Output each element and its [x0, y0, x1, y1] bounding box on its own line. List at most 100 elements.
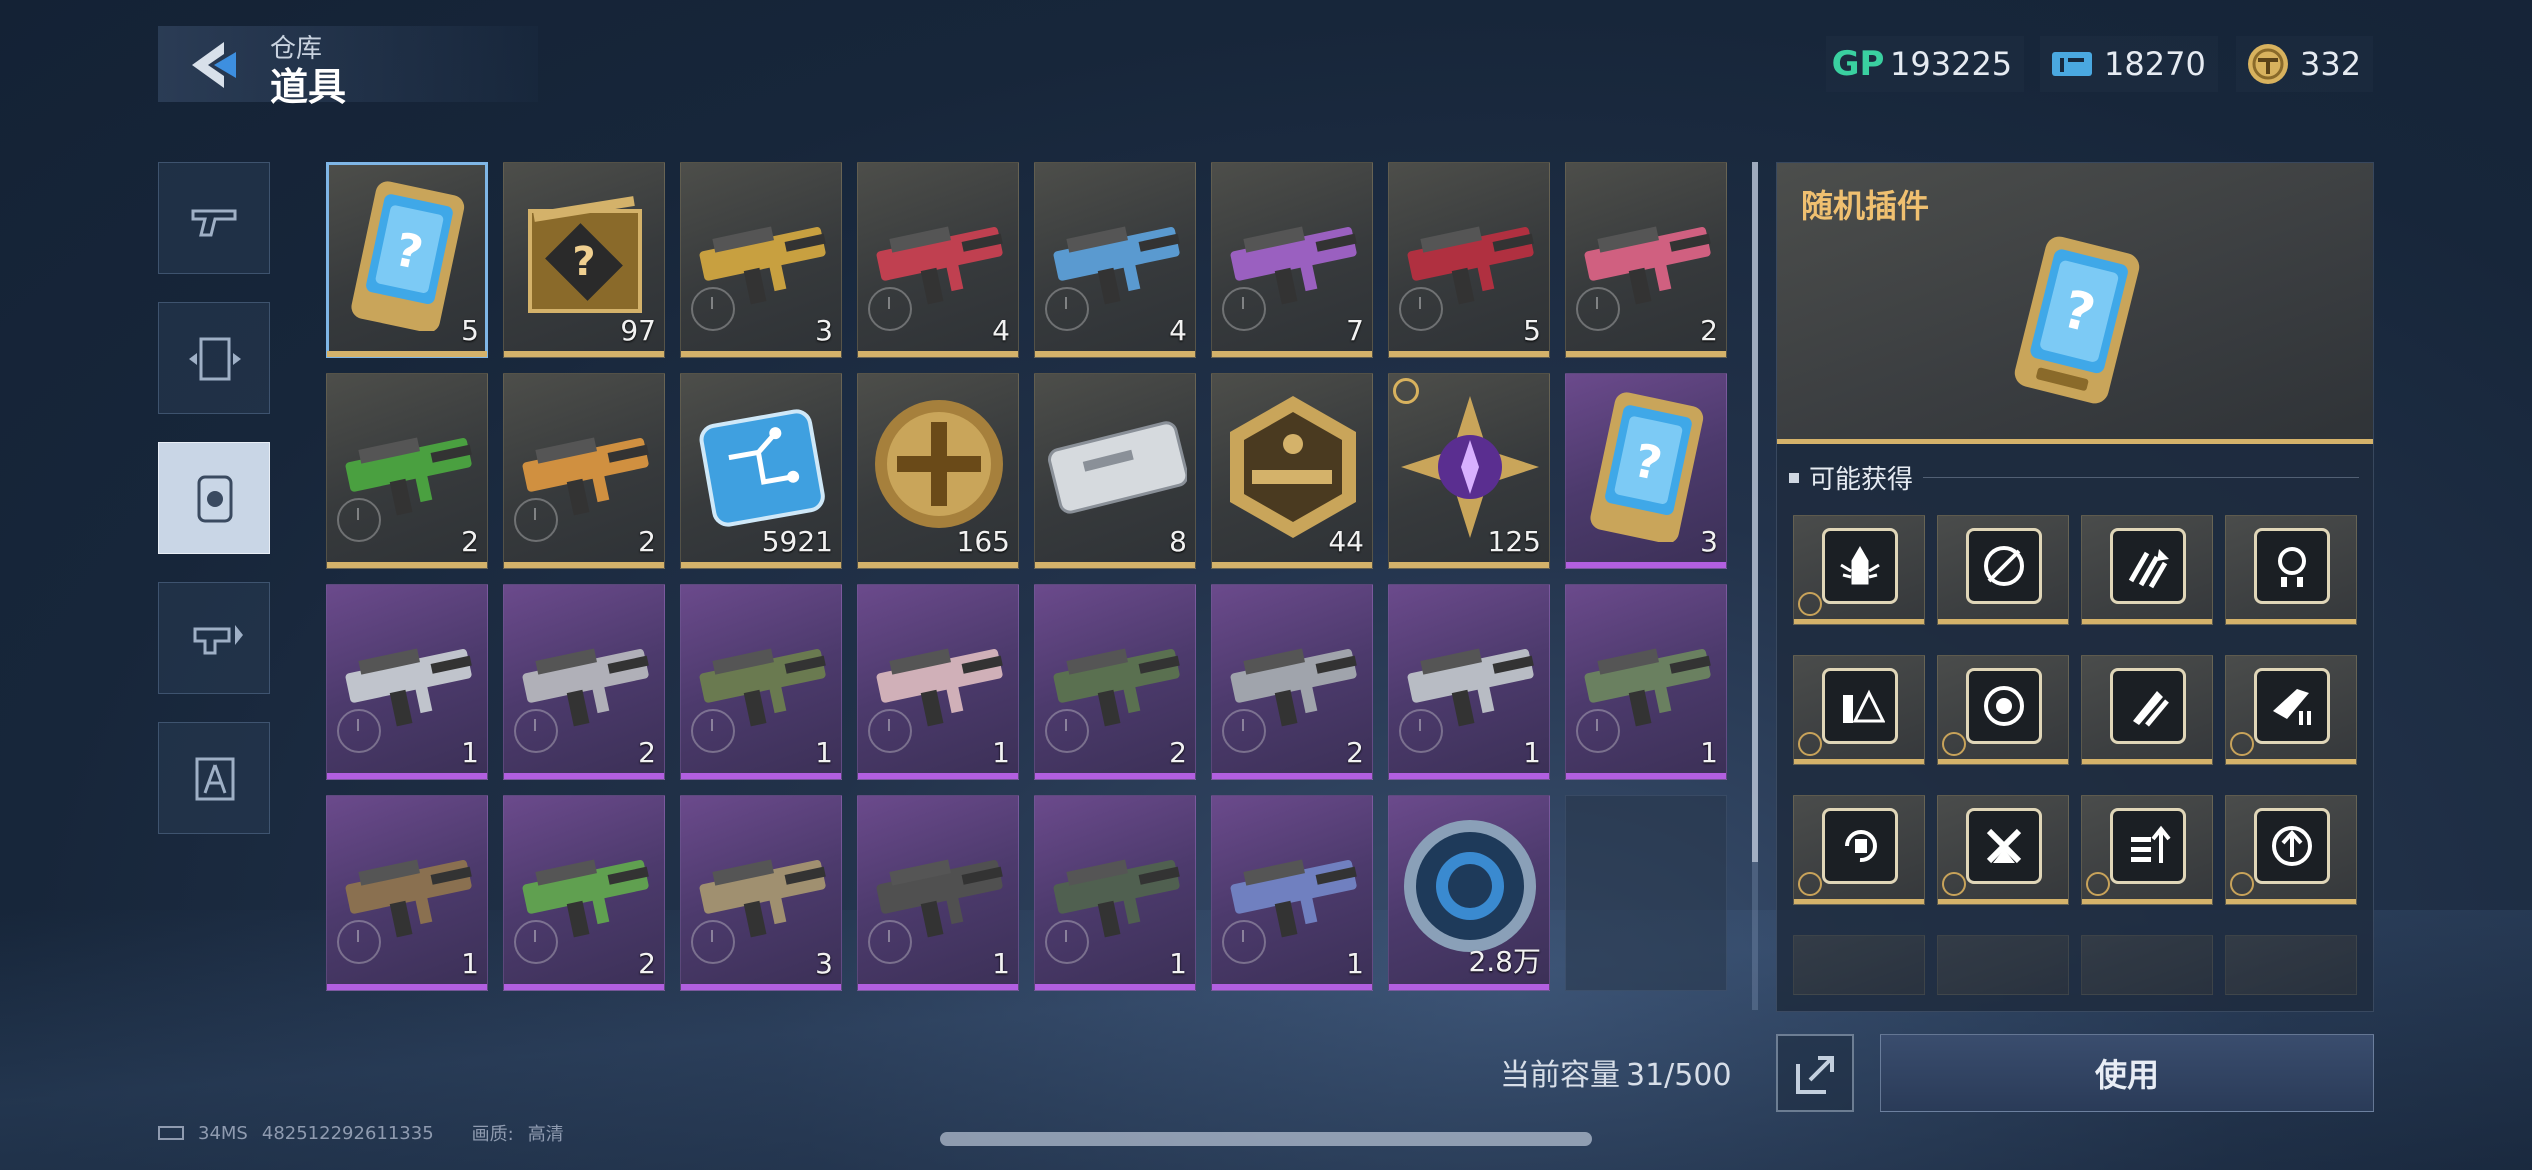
gun-bullets-icon [2273, 689, 2311, 725]
possible-rewards-header: 可能获得 [1789, 459, 2359, 496]
item-count: 2.8万 [1468, 945, 1541, 978]
item-count: 1 [1346, 947, 1364, 980]
inventory-item[interactable]: 1 [680, 584, 842, 780]
share-button[interactable] [1776, 1034, 1854, 1112]
inventory-item[interactable]: 2.8万 [1388, 795, 1550, 991]
inventory-item[interactable]: 7 [1211, 162, 1373, 358]
inventory-item[interactable]: 44 [1211, 373, 1373, 569]
inventory-item[interactable]: 125 [1388, 373, 1550, 569]
back-arrow-icon[interactable] [184, 38, 242, 92]
possible-reward-item[interactable] [1793, 795, 1925, 905]
rarity-bar [1212, 351, 1372, 357]
user-id: 482512292611335 [261, 1122, 434, 1144]
inventory-item[interactable]: 2 [503, 584, 665, 780]
plugin-card-icon: ? [1590, 392, 1704, 542]
inventory-item[interactable]: 4 [1034, 162, 1196, 358]
possible-reward-item[interactable] [2225, 655, 2357, 765]
inventory-item[interactable]: 165 [857, 373, 1019, 569]
rarity-bar [1794, 899, 1924, 904]
inventory-item[interactable]: 5921 [680, 373, 842, 569]
rarity-badge-icon [1942, 872, 1966, 896]
inventory-item[interactable]: 2 [326, 373, 488, 569]
inventory-item[interactable]: 1 [1388, 584, 1550, 780]
tab-weapons[interactable] [158, 162, 270, 274]
inventory-item[interactable]: ? 5 [326, 162, 488, 358]
inventory-item[interactable]: 2 [1034, 584, 1196, 780]
inventory-item[interactable]: ? 97 [503, 162, 665, 358]
target-up-icon [2272, 826, 2312, 866]
possible-reward-item[interactable] [1937, 795, 2069, 905]
timed-clock-icon [337, 709, 381, 753]
tab-attachments[interactable] [158, 582, 270, 694]
tab-cards[interactable] [158, 302, 270, 414]
inventory-item[interactable]: 3 [680, 162, 842, 358]
timed-clock-icon [1045, 287, 1089, 331]
use-button[interactable]: 使用 [1880, 1034, 2374, 1112]
page-title: 道具 [270, 65, 347, 109]
crosshair-bullets-icon [2278, 547, 2306, 587]
currency-gold: 332 [2236, 36, 2374, 92]
inventory-item[interactable]: 2 [1211, 584, 1373, 780]
inventory-item[interactable]: 2 [503, 795, 665, 991]
tab-blueprints[interactable] [158, 722, 270, 834]
ping-value: 34MS [198, 1122, 248, 1144]
bullets-up-icon [2131, 825, 2171, 863]
inventory-item[interactable]: ? 3 [1565, 373, 1727, 569]
inventory-item[interactable]: 1 [1211, 795, 1373, 991]
battery-icon [158, 1126, 184, 1140]
target-icon [1984, 686, 2024, 726]
inventory-item[interactable]: 5 [1388, 162, 1550, 358]
item-count: 125 [1487, 525, 1541, 558]
inventory-item[interactable]: 1 [326, 795, 488, 991]
possible-reward-item[interactable] [2081, 655, 2213, 765]
possible-reward-item[interactable] [1793, 515, 1925, 625]
inventory-item[interactable]: 4 [857, 162, 1019, 358]
timed-clock-icon [1045, 709, 1089, 753]
ticket-icon [2050, 42, 2094, 86]
inventory-item[interactable]: 8 [1034, 373, 1196, 569]
item-count: 1 [461, 736, 479, 769]
rarity-bar [2226, 899, 2356, 904]
item-count: 2 [1346, 736, 1364, 769]
timed-clock-icon [1222, 709, 1266, 753]
item-count: 1 [992, 947, 1010, 980]
rarity-bar [1035, 773, 1195, 779]
item-count: 1 [992, 736, 1010, 769]
possible-reward-item[interactable] [2225, 515, 2357, 625]
item-detail-header: 随机插件 ? [1777, 163, 2373, 444]
weapon-case-icon [1047, 421, 1187, 514]
inventory-scroll-thumb[interactable] [1752, 162, 1758, 862]
possible-reward-item[interactable] [2081, 795, 2213, 905]
possible-reward-item[interactable] [2081, 515, 2213, 625]
possible-reward-item[interactable] [1793, 655, 1925, 765]
rarity-bar [1566, 351, 1726, 357]
possible-reward-item[interactable] [1937, 655, 2069, 765]
timed-clock-icon [1222, 287, 1266, 331]
inventory-item[interactable]: 1 [857, 584, 1019, 780]
inventory-item[interactable]: 1 [1034, 795, 1196, 991]
tab-items[interactable] [158, 442, 270, 554]
timed-clock-icon [337, 920, 381, 964]
bullet-wings-icon [1840, 546, 1880, 585]
possible-reward-item[interactable] [1937, 515, 2069, 625]
inventory-item[interactable]: 1 [1565, 584, 1727, 780]
possible-reward-item-partial [1937, 935, 2069, 995]
bullet-warning-icon [1843, 689, 1885, 723]
rarity-bar [1566, 562, 1726, 568]
item-count: 165 [956, 525, 1010, 558]
rarity-bar [1794, 619, 1924, 624]
inventory-item[interactable]: 2 [503, 373, 665, 569]
item-count: 2 [1169, 736, 1187, 769]
inventory-item[interactable]: 1 [857, 795, 1019, 991]
rarity-bar [2226, 619, 2356, 624]
rarity-bar [327, 562, 487, 568]
inventory-item[interactable]: 1 [326, 584, 488, 780]
inventory-item[interactable]: 3 [680, 795, 842, 991]
inventory-item[interactable]: 2 [1565, 162, 1727, 358]
timed-clock-icon [691, 709, 735, 753]
possible-reward-item[interactable] [2225, 795, 2357, 905]
refresh-bullets-icon [1845, 830, 1877, 863]
rarity-bar [504, 984, 664, 990]
item-count: 1 [461, 947, 479, 980]
home-indicator[interactable] [940, 1132, 1592, 1146]
